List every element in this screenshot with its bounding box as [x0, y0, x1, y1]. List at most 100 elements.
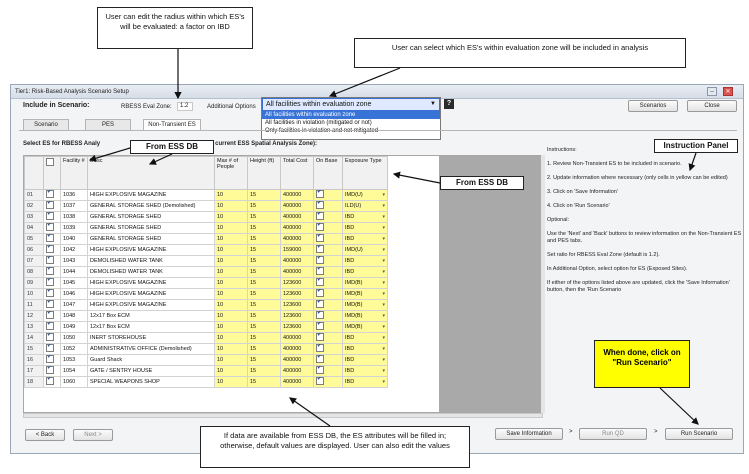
on-base-cell[interactable]: [313, 244, 343, 256]
people-cell[interactable]: 10: [214, 321, 248, 333]
row-checkbox[interactable]: [46, 278, 54, 287]
on-base-checkbox[interactable]: [316, 234, 324, 243]
table-row[interactable]: 06 1042HIGH EXPLOSIVE MAGAZINE1015159000 I…: [24, 244, 388, 256]
height-cell[interactable]: 15: [247, 277, 281, 289]
on-base-checkbox[interactable]: [316, 212, 324, 221]
col-on-base[interactable]: On Base: [313, 156, 343, 190]
height-cell[interactable]: 15: [247, 189, 281, 201]
height-cell[interactable]: 15: [247, 200, 281, 212]
table-row[interactable]: 021037GENERAL STORAGE SHED (Demolished)1…: [24, 200, 388, 212]
row-checkbox[interactable]: [46, 267, 54, 276]
people-cell[interactable]: 10: [214, 211, 248, 223]
dropdown-arrow-icon[interactable]: ▾: [382, 202, 385, 211]
row-checkbox[interactable]: [46, 289, 54, 298]
on-base-cell[interactable]: [313, 277, 343, 289]
row-select-cell[interactable]: [43, 255, 61, 267]
table-row[interactable]: 12 104812x17 Box ECM1015123600 IMD(B)▾: [24, 310, 388, 322]
col-exposure-type[interactable]: Exposure Type: [342, 156, 388, 190]
exposure-cell[interactable]: IMD(B) ▾: [342, 299, 388, 311]
row-select-cell[interactable]: [43, 343, 61, 355]
on-base-checkbox[interactable]: [316, 355, 324, 364]
on-base-cell[interactable]: [313, 354, 343, 366]
people-cell[interactable]: 10: [214, 376, 248, 388]
exposure-cell[interactable]: IBD ▾: [342, 233, 388, 245]
select-all-checkbox[interactable]: [46, 158, 54, 166]
on-base-cell[interactable]: [313, 255, 343, 267]
grid-horizontal-scrollbar[interactable]: [23, 413, 543, 418]
on-base-cell[interactable]: [313, 222, 343, 234]
cost-cell[interactable]: 400000: [280, 233, 314, 245]
row-checkbox[interactable]: [46, 322, 54, 331]
on-base-checkbox[interactable]: [316, 377, 324, 386]
cost-cell[interactable]: 400000: [280, 189, 314, 201]
cost-cell[interactable]: 123600: [280, 310, 314, 322]
exposure-cell[interactable]: IMD(B) ▾: [342, 277, 388, 289]
grid-vertical-scrollbar[interactable]: [541, 155, 545, 413]
exposure-cell[interactable]: IBD ▾: [342, 255, 388, 267]
cost-cell[interactable]: 123600: [280, 277, 314, 289]
dropdown-arrow-icon[interactable]: ▾: [382, 312, 385, 321]
cost-cell[interactable]: 400000: [280, 222, 314, 234]
people-cell[interactable]: 10: [214, 233, 248, 245]
row-checkbox[interactable]: [46, 234, 54, 243]
on-base-cell[interactable]: [313, 189, 343, 201]
on-base-checkbox[interactable]: [316, 311, 324, 320]
dropdown-arrow-icon[interactable]: ▾: [382, 235, 385, 244]
on-base-checkbox[interactable]: [316, 267, 324, 276]
table-row[interactable]: 16 1053Guard Shack1015400000 IBD▾: [24, 354, 388, 366]
exposure-cell[interactable]: IBD ▾: [342, 376, 388, 388]
dropdown-arrow-icon[interactable]: ▾: [382, 356, 385, 365]
people-cell[interactable]: 10: [214, 189, 248, 201]
height-cell[interactable]: 15: [247, 310, 281, 322]
on-base-checkbox[interactable]: [316, 190, 324, 199]
tab-scenario[interactable]: Scenario: [23, 119, 69, 130]
table-row[interactable]: 17 1054GATE / SENTRY HOUSE1015400000 IBD▾: [24, 365, 388, 377]
height-cell[interactable]: 15: [247, 266, 281, 278]
exposure-cell[interactable]: IMD(U) ▾: [342, 189, 388, 201]
people-cell[interactable]: 10: [214, 277, 248, 289]
height-cell[interactable]: 15: [247, 233, 281, 245]
dropdown-arrow-icon[interactable]: ▾: [382, 367, 385, 376]
cost-cell[interactable]: 400000: [280, 200, 314, 212]
on-base-checkbox[interactable]: [316, 344, 324, 353]
height-cell[interactable]: 15: [247, 365, 281, 377]
on-base-cell[interactable]: [313, 376, 343, 388]
people-cell[interactable]: 10: [214, 354, 248, 366]
table-row[interactable]: 07 1043DEMOLISHED WATER TANK1015400000 IBD…: [24, 255, 388, 267]
cost-cell[interactable]: 400000: [280, 266, 314, 278]
row-checkbox[interactable]: [46, 366, 54, 375]
tab-pes[interactable]: PES: [85, 119, 131, 130]
people-cell[interactable]: 10: [214, 365, 248, 377]
close-window-button[interactable]: ✕: [723, 87, 733, 96]
on-base-cell[interactable]: [313, 233, 343, 245]
row-select-cell[interactable]: [43, 321, 61, 333]
table-row[interactable]: 11 1047HIGH EXPLOSIVE MAGAZINE1015123600 I…: [24, 299, 388, 311]
eval-zone-input[interactable]: 1.2: [177, 102, 193, 111]
help-icon[interactable]: ?: [444, 99, 454, 109]
on-base-cell[interactable]: [313, 365, 343, 377]
exposure-cell[interactable]: IBD ▾: [342, 222, 388, 234]
on-base-cell[interactable]: [313, 299, 343, 311]
row-checkbox[interactable]: [46, 377, 54, 386]
row-select-cell[interactable]: [43, 354, 61, 366]
row-checkbox[interactable]: [46, 300, 54, 309]
run-scenario-button[interactable]: Run Scenario: [665, 428, 733, 440]
on-base-checkbox[interactable]: [316, 366, 324, 375]
table-row[interactable]: 14 1050INERT STOREHOUSE1015400000 IBD▾: [24, 332, 388, 344]
table-row[interactable]: 101046HIGH EXPLOSIVE MAGAZINE1015123600I…: [24, 288, 388, 300]
close-button[interactable]: Close: [687, 100, 737, 112]
row-select-cell[interactable]: [43, 288, 61, 300]
table-row[interactable]: 03 1038GENERAL STORAGE SHED1015400000 IBD▾: [24, 211, 388, 223]
row-checkbox[interactable]: [46, 311, 54, 320]
on-base-checkbox[interactable]: [316, 300, 324, 309]
height-cell[interactable]: 15: [247, 332, 281, 344]
on-base-cell[interactable]: [313, 332, 343, 344]
cost-cell[interactable]: 123600: [280, 288, 314, 300]
height-cell[interactable]: 15: [247, 299, 281, 311]
height-cell[interactable]: 15: [247, 343, 281, 355]
row-select-cell[interactable]: [43, 211, 61, 223]
dropdown-arrow-icon[interactable]: ▾: [382, 301, 385, 310]
on-base-cell[interactable]: [313, 288, 343, 300]
row-checkbox[interactable]: [46, 256, 54, 265]
table-row[interactable]: 08 1044DEMOLISHED WATER TANK1015400000 IBD…: [24, 266, 388, 278]
